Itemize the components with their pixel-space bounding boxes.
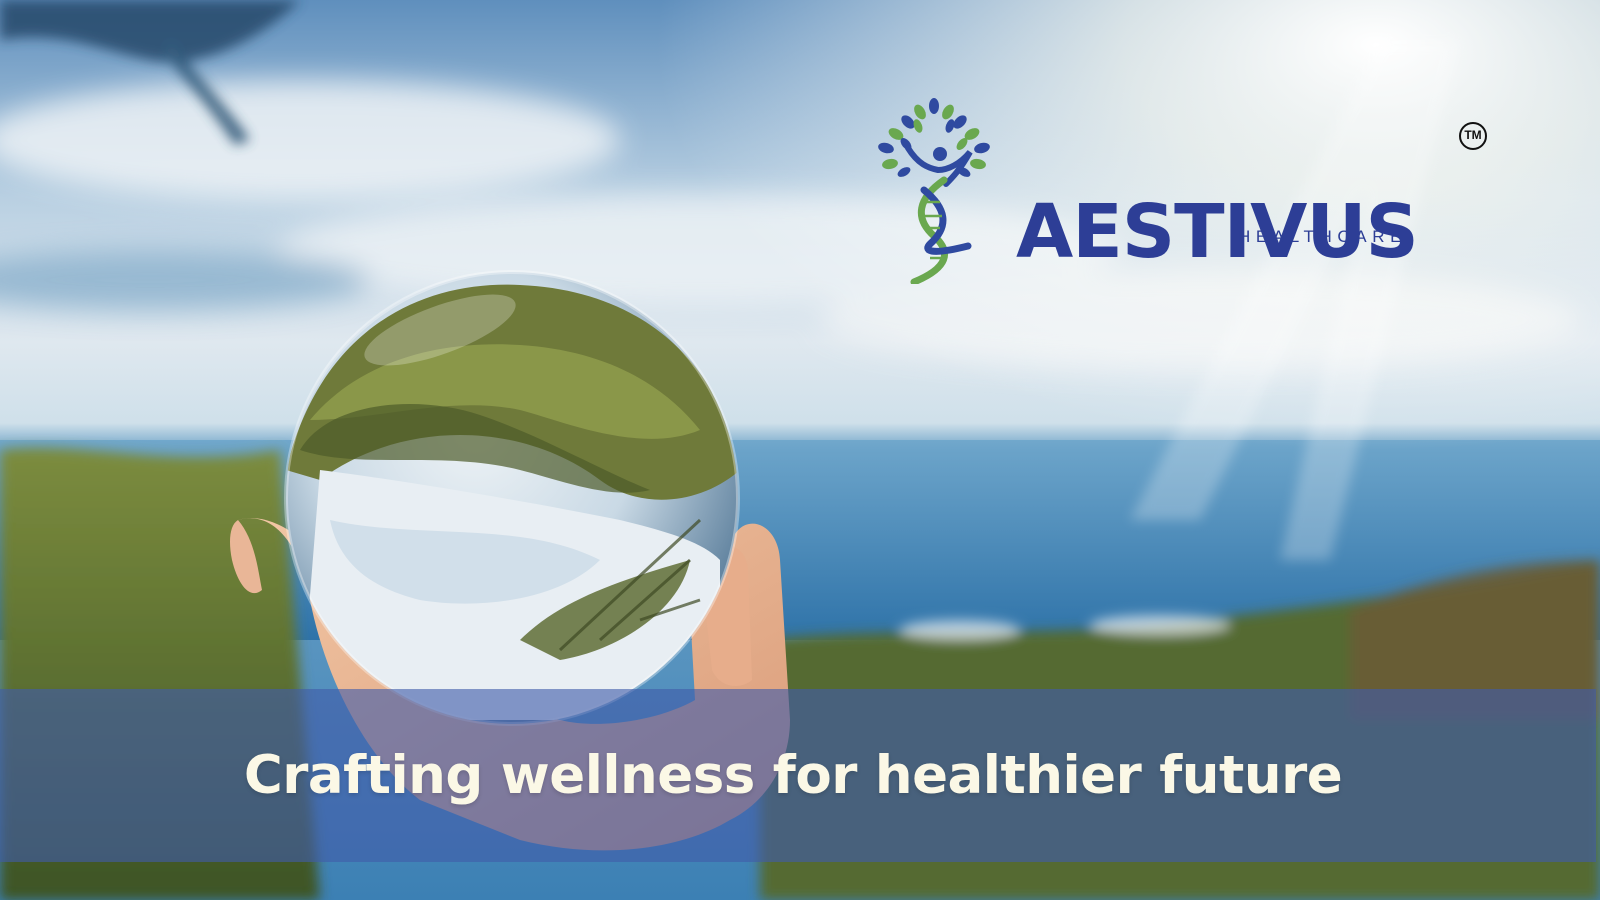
brand-logo: AESTIVUS HEALTHCARE TM	[868, 98, 1498, 288]
tagline-band: Crafting wellness for healthier future	[0, 689, 1596, 862]
hero-banner: AESTIVUS HEALTHCARE TM Crafting wellness…	[0, 0, 1600, 900]
brand-subtitle: HEALTHCARE	[1238, 227, 1408, 246]
trademark-symbol: TM	[1459, 122, 1487, 150]
dna-tree-figure-icon	[878, 98, 990, 284]
tagline-text: Crafting wellness for healthier future	[243, 745, 1343, 806]
